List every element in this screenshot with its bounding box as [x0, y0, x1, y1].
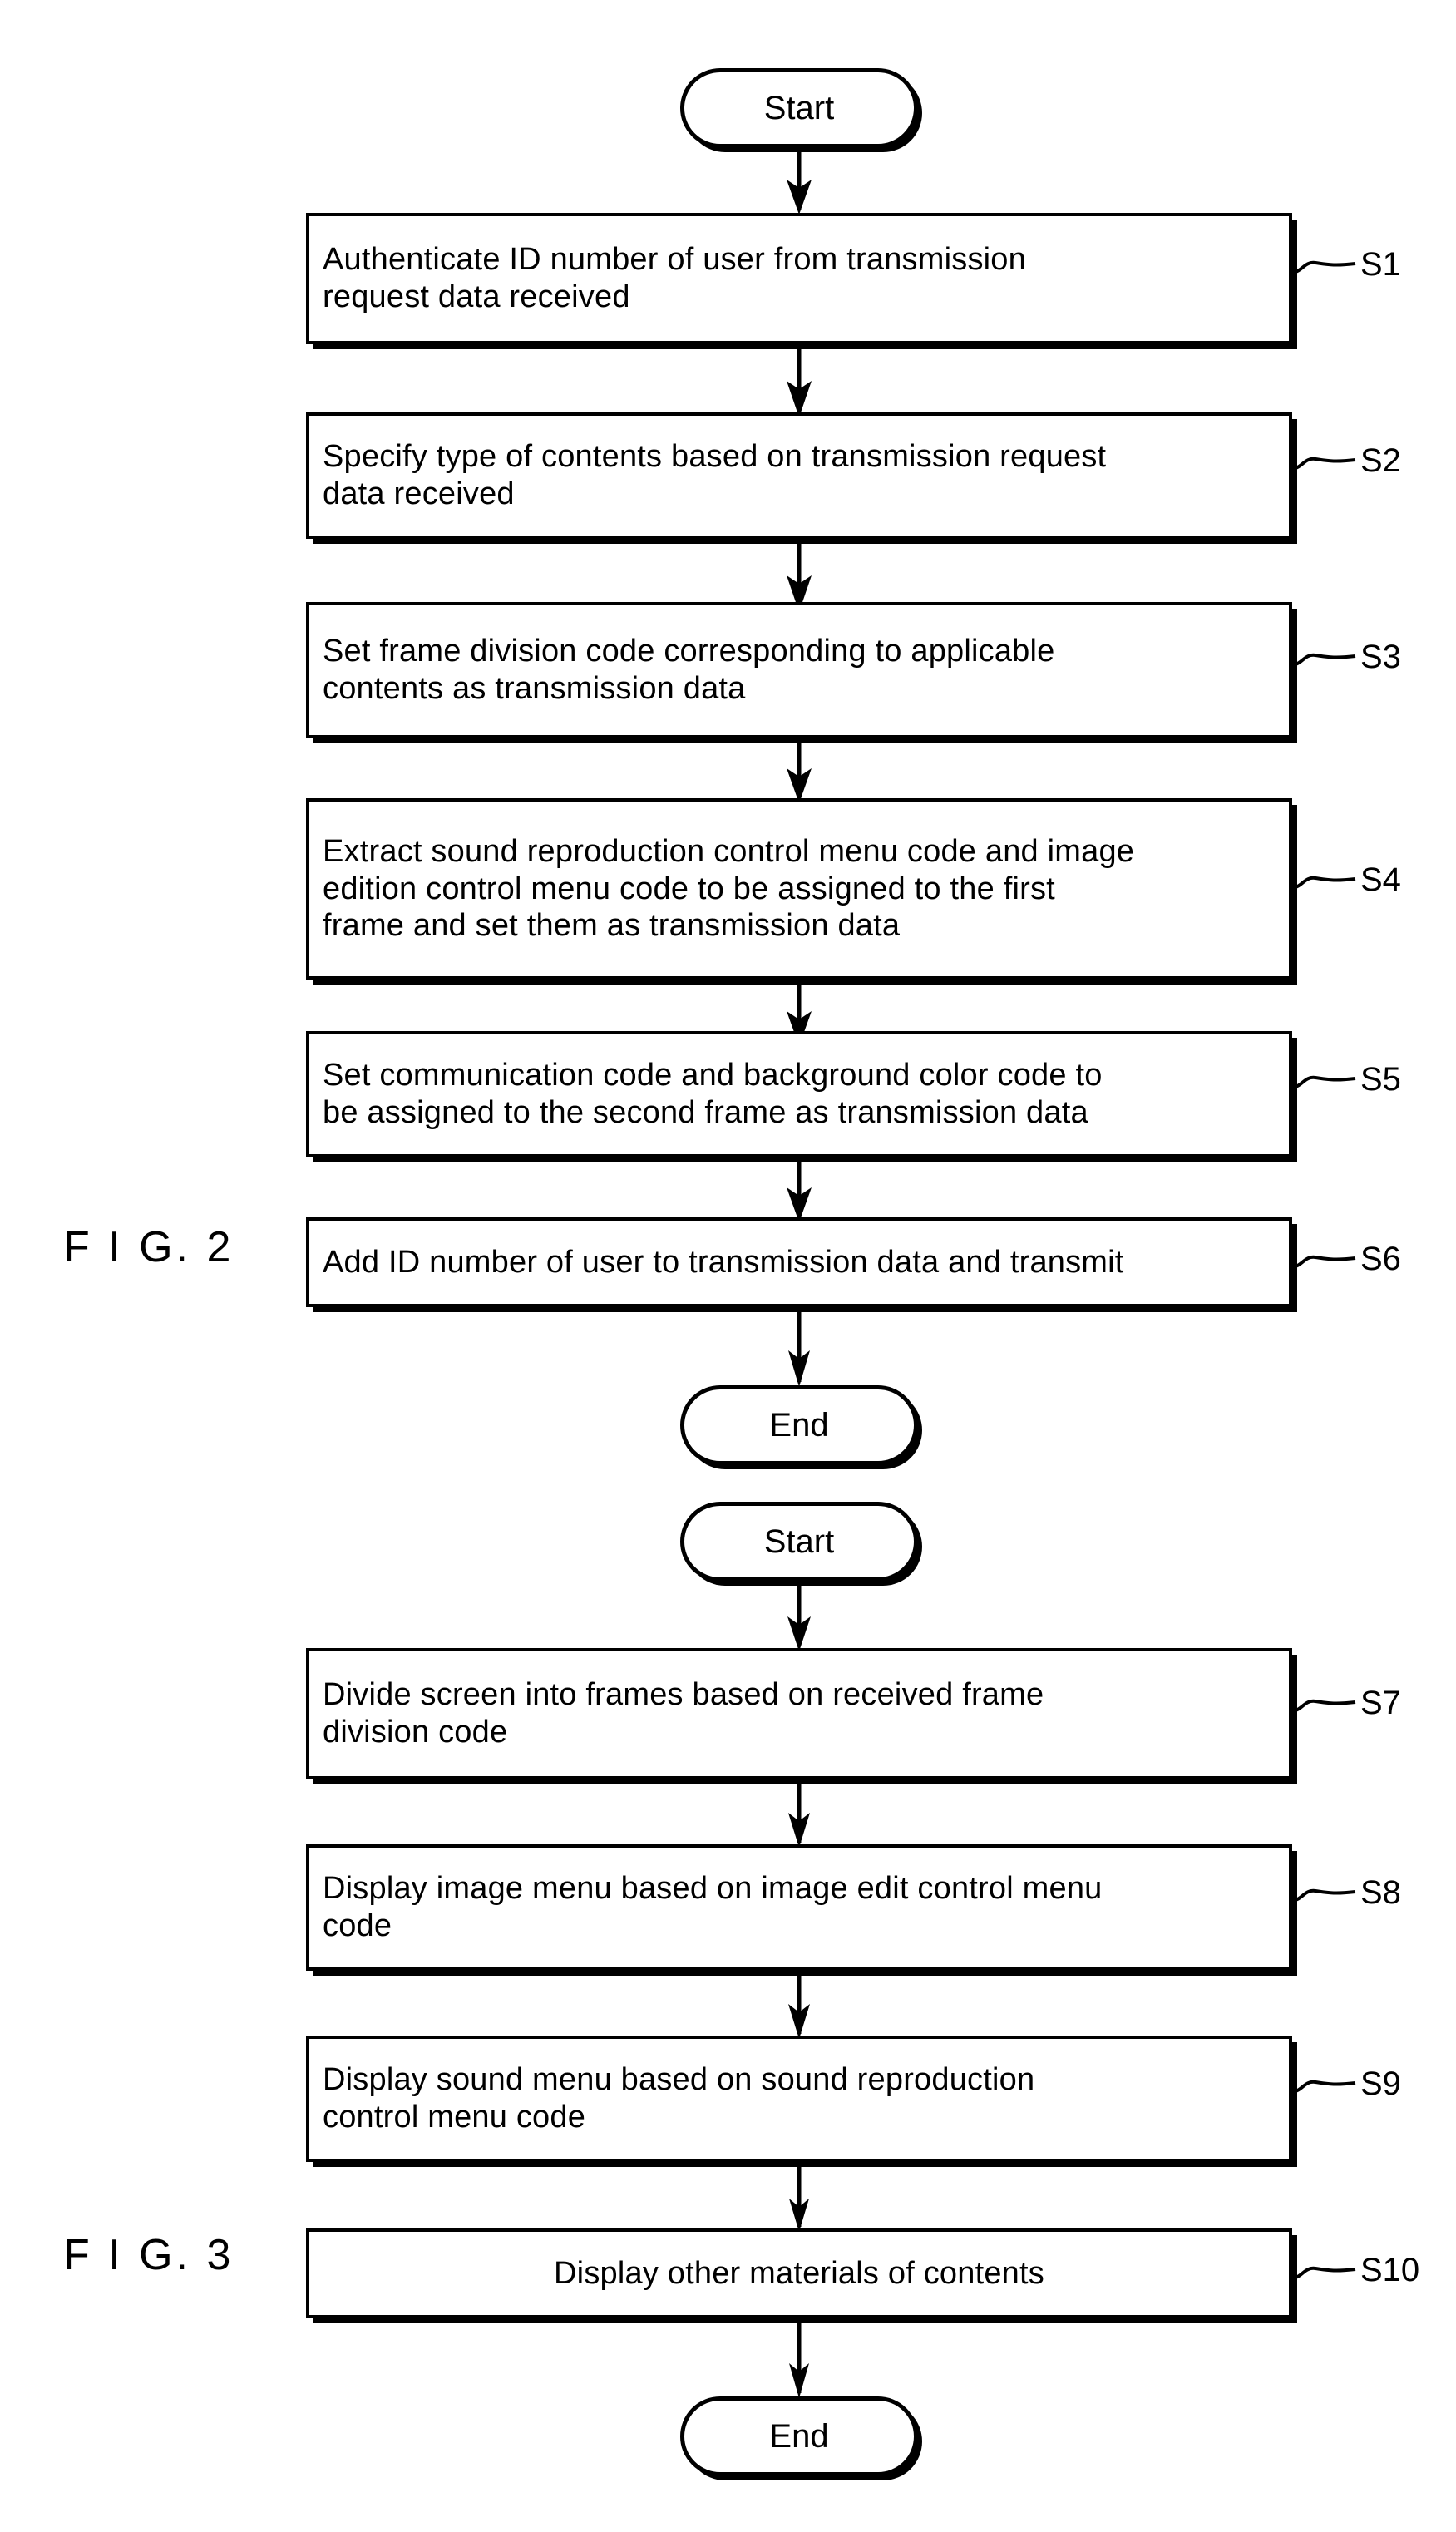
- step-label-s4: S4: [1360, 861, 1401, 898]
- fig3-start-terminal: Start: [680, 1502, 918, 1582]
- process-text-s1: Authenticate ID number of user from tran…: [323, 242, 1026, 314]
- step-label-s1: S1: [1360, 246, 1401, 283]
- step-label-s3: S3: [1360, 639, 1401, 675]
- connector-s3-to-s4: [787, 738, 812, 803]
- connector-s6-to-end: [788, 1307, 810, 1387]
- connector-s8-to-s9: [788, 1971, 810, 2039]
- fig2-end-label: End: [769, 1407, 829, 1444]
- connector-s7-to-s8: [788, 1779, 810, 1848]
- process-box-s10: Display other materials of contents: [306, 2228, 1292, 2318]
- process-text-s10: Display other materials of contents: [554, 2255, 1044, 2291]
- leader-s9: [1291, 2080, 1356, 2094]
- process-text-s9: Display sound menu based on sound reprod…: [323, 2062, 1035, 2135]
- process-text-s6: Add ID number of user to transmission da…: [323, 1244, 1124, 1280]
- flowchart-canvas: F I G. 2 Start Authenticate ID number of…: [0, 0, 1456, 2532]
- step-label-s9: S9: [1360, 2066, 1401, 2102]
- step-label-s6: S6: [1360, 1241, 1401, 1277]
- leader-s4: [1291, 876, 1356, 890]
- fig2-start-label: Start: [763, 90, 835, 126]
- connector-s2-to-s3: [787, 539, 812, 612]
- process-box-s8: Display image menu based on image edit c…: [306, 1844, 1292, 1971]
- fig3-end-label: End: [769, 2418, 829, 2455]
- fig3-start-label: Start: [763, 1523, 835, 1560]
- step-label-s2: S2: [1360, 442, 1401, 479]
- step-label-s8: S8: [1360, 1874, 1401, 1911]
- connector-s1-to-s2: [787, 344, 812, 417]
- connector-s9-to-s10: [789, 2162, 809, 2232]
- connector-start-to-s7: [787, 1582, 811, 1651]
- fig2-end-terminal: End: [680, 1385, 918, 1465]
- process-box-s6: Add ID number of user to transmission da…: [306, 1217, 1292, 1307]
- figure-3-caption: F I G. 3: [63, 2231, 234, 2279]
- leader-s2: [1291, 457, 1356, 471]
- leader-s3: [1291, 653, 1356, 667]
- leader-s5: [1291, 1075, 1356, 1089]
- process-text-s5: Set communication code and background co…: [323, 1058, 1103, 1130]
- step-label-s5: S5: [1360, 1061, 1401, 1098]
- process-box-s3: Set frame division code corresponding to…: [306, 602, 1292, 738]
- connector-s10-to-end: [789, 2318, 809, 2398]
- process-text-s8: Display image menu based on image edit c…: [323, 1871, 1103, 1943]
- leader-s7: [1291, 1699, 1356, 1713]
- process-box-s7: Divide screen into frames based on recei…: [306, 1648, 1292, 1779]
- connector-start-to-s1: [787, 148, 812, 215]
- process-text-s4: Extract sound reproduction control menu …: [323, 833, 1135, 944]
- step-label-s7: S7: [1360, 1685, 1401, 1721]
- leader-s10: [1291, 2266, 1356, 2280]
- fig3-end-terminal: End: [680, 2396, 918, 2476]
- process-box-s2: Specify type of contents based on transm…: [306, 412, 1292, 539]
- process-text-s7: Divide screen into frames based on recei…: [323, 1677, 1044, 1750]
- fig2-start-terminal: Start: [680, 68, 918, 148]
- step-label-s10: S10: [1360, 2252, 1420, 2288]
- process-box-s5: Set communication code and background co…: [306, 1031, 1292, 1157]
- process-box-s4: Extract sound reproduction control menu …: [306, 798, 1292, 980]
- process-box-s9: Display sound menu based on sound reprod…: [306, 2036, 1292, 2162]
- connector-s5-to-s6: [787, 1157, 812, 1222]
- process-text-s2: Specify type of contents based on transm…: [323, 439, 1107, 511]
- process-box-s1: Authenticate ID number of user from tran…: [306, 213, 1292, 344]
- figure-2-caption: F I G. 2: [63, 1223, 234, 1271]
- process-text-s3: Set frame division code corresponding to…: [323, 634, 1055, 706]
- leader-s6: [1291, 1255, 1356, 1269]
- leader-s8: [1291, 1888, 1356, 1903]
- leader-s1: [1291, 260, 1356, 274]
